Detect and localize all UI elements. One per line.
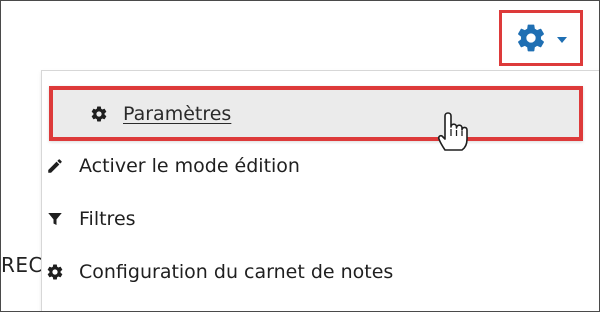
settings-menu-toggle[interactable] [499, 10, 583, 66]
menu-item-label: Configuration du carnet de notes [79, 261, 394, 283]
menu-item-filtres[interactable]: Filtres [45, 196, 136, 242]
gear-icon [45, 262, 65, 282]
gear-icon [89, 104, 109, 124]
pencil-icon [45, 156, 65, 176]
caret-down-icon [557, 37, 567, 43]
menu-item-label: Filtres [79, 208, 136, 230]
menu-item-configuration-carnet[interactable]: Configuration du carnet de notes [45, 249, 393, 295]
gear-icon [518, 24, 544, 52]
menu-item-label: Paramètres [123, 102, 232, 125]
menu-item-activer-edition[interactable]: Activer le mode édition [45, 143, 300, 189]
page-frame: REC Paramètres Activer le mode édition F… [0, 0, 600, 312]
background-heading-partial: REC [1, 253, 43, 277]
filter-icon [45, 209, 65, 229]
menu-item-label: Activer le mode édition [79, 155, 300, 177]
menu-item-parametres[interactable]: Paramètres [49, 86, 583, 141]
